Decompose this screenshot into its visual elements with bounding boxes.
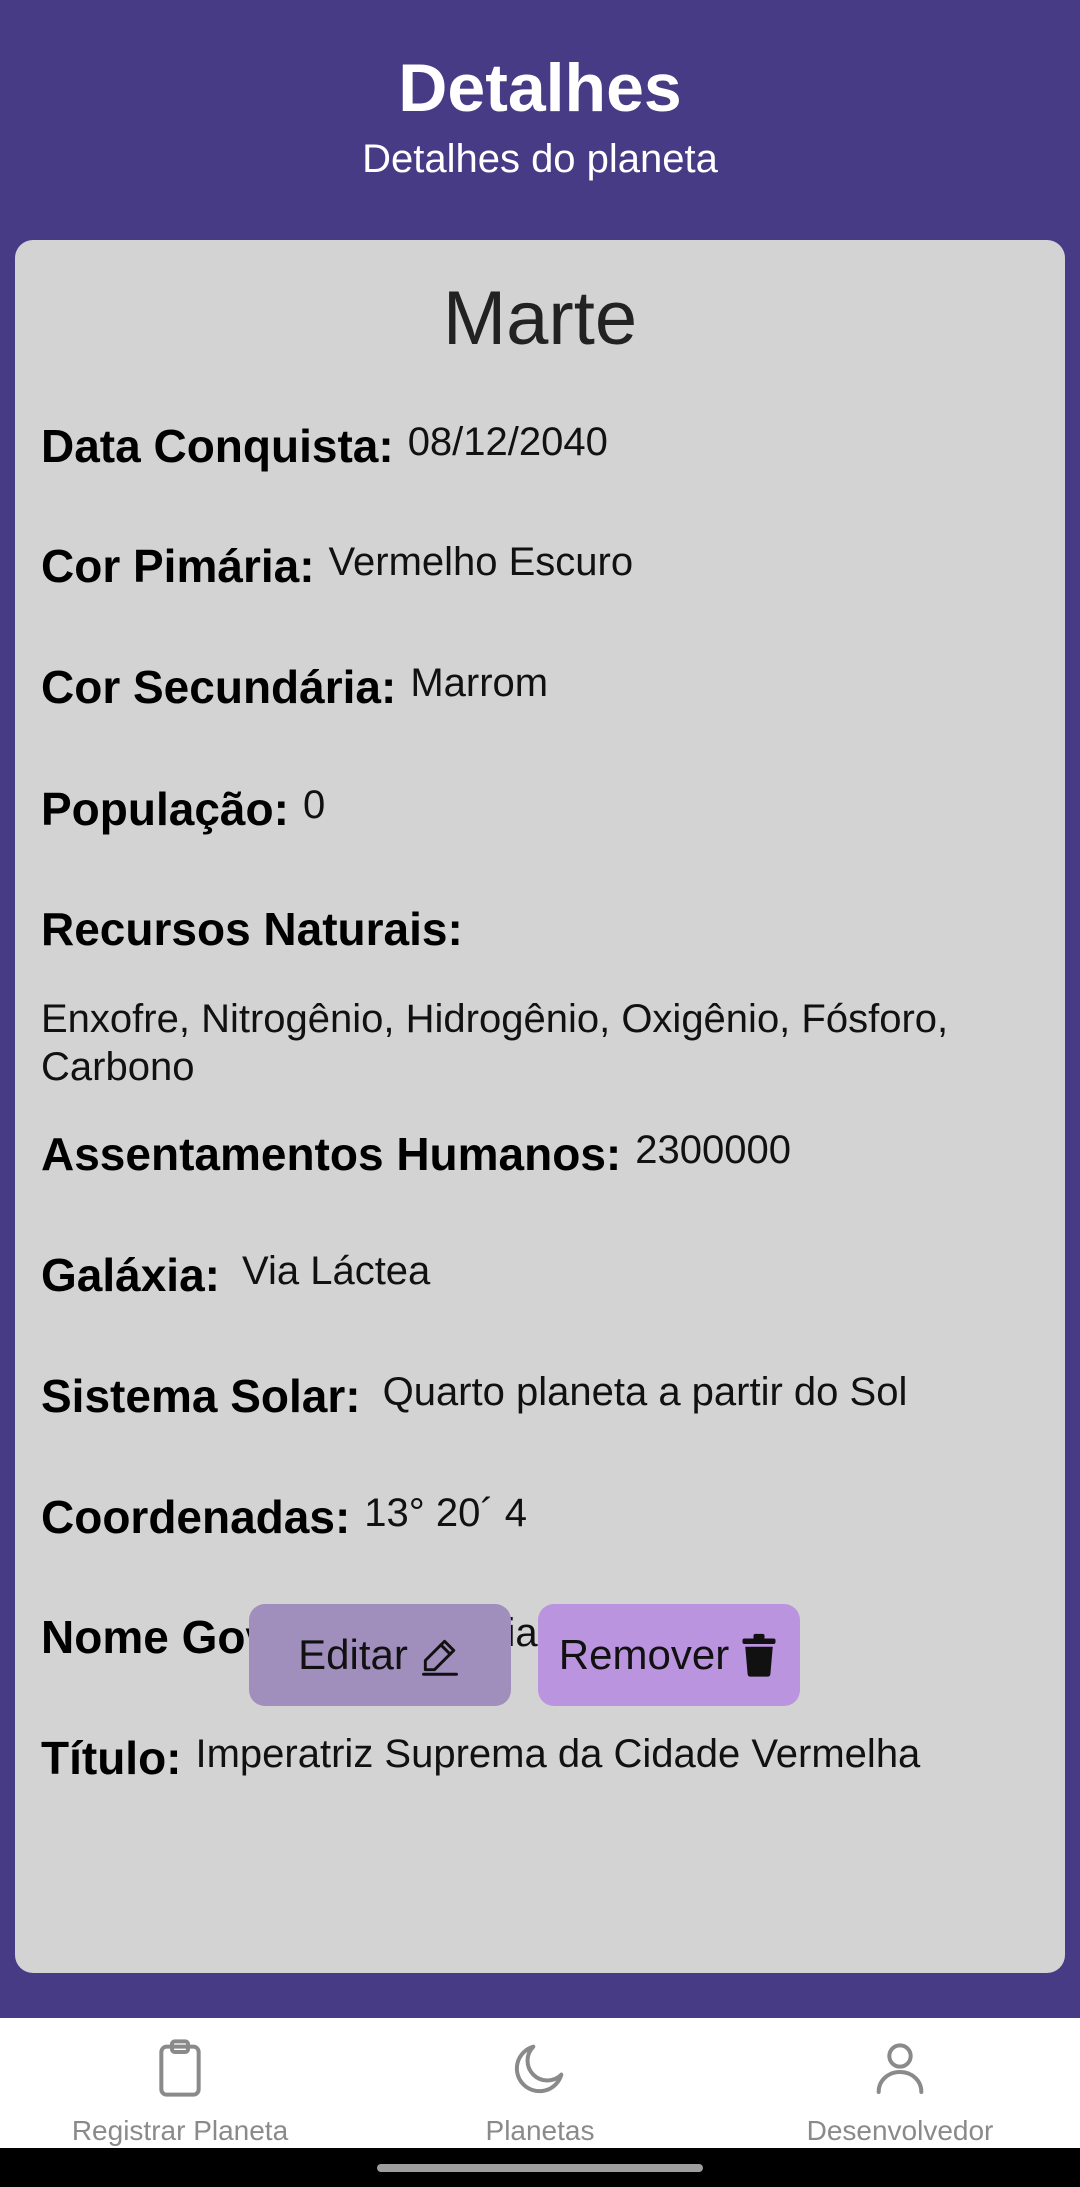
field-human-settlements: Assentamentos Humanos: 2300000 [41, 1126, 1039, 1182]
field-value: 13° 20´ 4 [364, 1491, 528, 1535]
person-icon [876, 2043, 924, 2094]
field-label: Galáxia: [41, 1249, 220, 1301]
field-value: Via Láctea [242, 1249, 431, 1293]
home-indicator[interactable] [377, 2164, 703, 2172]
field-primary-color: Cor Pimária: Vermelho Escuro [41, 538, 1039, 594]
field-population: População: 0 [41, 781, 1039, 837]
edit-button[interactable]: Editar [249, 1604, 511, 1706]
field-label: Título: [41, 1732, 182, 1784]
field-label: Assentamentos Humanos: [41, 1128, 622, 1180]
nav-item-register-planet[interactable]: Registrar Planeta [0, 2018, 360, 2148]
nav-label: Registrar Planeta [71, 2115, 289, 2146]
nav-label: Desenvolvedor [806, 2115, 994, 2146]
app-header: Detalhes Detalhes do planeta [0, 0, 1080, 240]
edit-button-label: Editar [298, 1631, 408, 1678]
field-coordinates: Coordenadas: 13° 20´ 4 [41, 1489, 1039, 1545]
field-natural-resources: Recursos Naturais: [41, 901, 1039, 957]
clipboard-icon [159, 2039, 201, 2097]
field-label: Recursos Naturais: [41, 903, 463, 955]
field-value: Vermelho Escuro [328, 540, 634, 584]
nav-label: Planetas [485, 2115, 595, 2146]
field-label: Cor Secundária: [41, 661, 397, 713]
field-label: Coordenadas: [41, 1491, 351, 1543]
field-galaxy: Galáxia: Via Láctea [41, 1247, 1039, 1303]
field-value: 2300000 [635, 1128, 791, 1172]
system-navigation-bar [0, 2148, 1080, 2187]
field-value: Imperatriz Suprema da Cidade Vermelha [195, 1732, 921, 1776]
field-label: População: [41, 783, 289, 835]
natural-resources-value: Enxofre, Nitrogênio, Hidrogênio, Oxigêni… [41, 997, 949, 1089]
remove-button[interactable]: Remover [538, 1604, 800, 1706]
page-title: Detalhes [398, 50, 682, 126]
nav-item-planets[interactable]: Planetas [360, 2018, 720, 2148]
field-solar-system: Sistema Solar: Quarto planeta a partir d… [41, 1368, 1039, 1424]
field-value: 08/12/2040 [407, 420, 608, 464]
pencil-icon [421, 1639, 458, 1676]
field-value: 0 [302, 783, 326, 827]
field-title: Título: Imperatriz Suprema da Cidade Ver… [41, 1730, 1039, 1786]
moon-icon [514, 2044, 564, 2094]
field-conquest-date: Data Conquista: 08/12/2040 [41, 418, 1039, 474]
field-label: Data Conquista: [41, 420, 394, 472]
field-value: Quarto planeta a partir do Sol [382, 1370, 908, 1414]
trash-icon [742, 1633, 776, 1677]
planet-name: Marte [442, 276, 638, 361]
nav-item-developer[interactable]: Desenvolvedor [720, 2018, 1080, 2148]
field-label: Cor Pimária: [41, 540, 315, 592]
field-value: Marrom [410, 661, 549, 705]
page-subtitle: Detalhes do planeta [362, 137, 718, 181]
field-label: Sistema Solar: [41, 1370, 361, 1422]
planet-details-card: Marte Data Conquista: 08/12/2040 Cor Pim… [15, 240, 1065, 1973]
remove-button-label: Remover [558, 1631, 730, 1678]
bottom-navigation: Registrar Planeta Planetas Desenvolvedor [0, 2018, 1080, 2148]
field-secondary-color: Cor Secundária: Marrom [41, 659, 1039, 715]
